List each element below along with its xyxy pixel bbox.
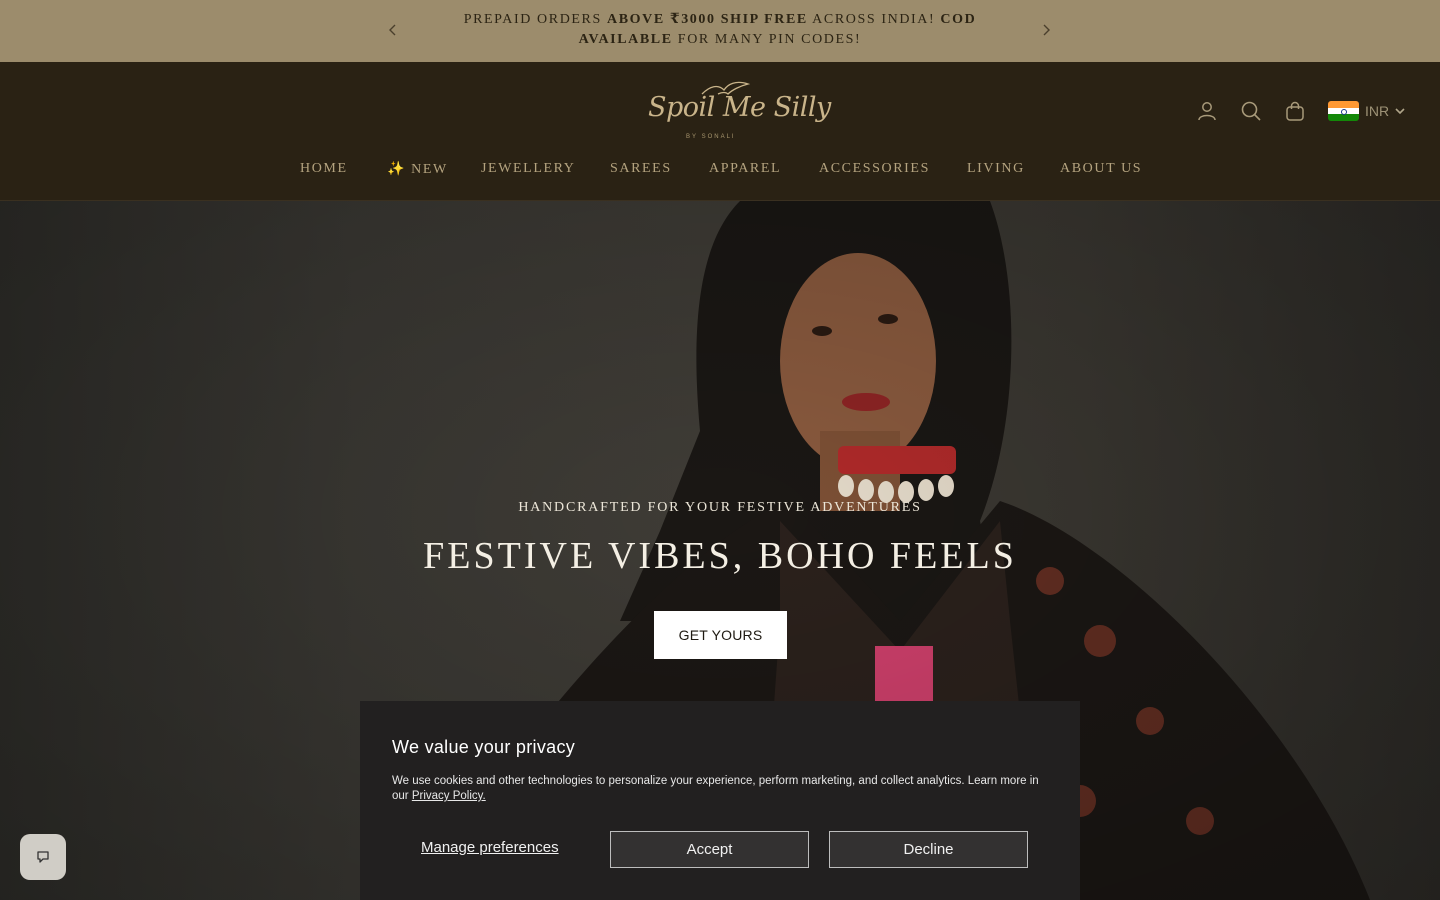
announcement-text-2: above ₹3000 ship free <box>606 12 808 27</box>
main-nav: HOME ✨ NEW JEWELLERY SAREES APPAREL ACCE… <box>0 161 1440 183</box>
chat-widget-button[interactable] <box>20 834 66 880</box>
nav-item-sarees[interactable]: SAREES <box>610 161 672 177</box>
nav-item-accessories[interactable]: ACCESSORIES <box>819 161 930 177</box>
privacy-policy-link[interactable]: Privacy Policy. <box>412 790 486 802</box>
chat-icon <box>37 851 49 863</box>
chevron-right-icon[interactable] <box>1036 20 1056 40</box>
nav-item-jewellery[interactable]: JEWELLERY <box>481 161 576 177</box>
announcement-text-1: Prepaid orders <box>463 12 607 27</box>
cookie-body-text: We use cookies and other technologies to… <box>392 775 1039 802</box>
nav-item-about-us[interactable]: ABOUT US <box>1060 161 1142 177</box>
accept-button[interactable]: Accept <box>610 831 809 868</box>
india-flag-icon <box>1328 101 1359 121</box>
nav-item-apparel[interactable]: APPAREL <box>709 161 781 177</box>
chevron-down-icon <box>1395 108 1405 115</box>
announcement-bar: Prepaid orders above ₹3000 ship free acr… <box>0 0 1440 62</box>
decline-button[interactable]: Decline <box>829 831 1028 868</box>
logo-text: Spoil Me Silly <box>648 92 831 123</box>
currency-code: INR <box>1365 103 1390 119</box>
bag-icon[interactable] <box>1282 98 1308 124</box>
cookie-description: We use cookies and other technologies to… <box>392 774 1052 804</box>
hero-subtitle: HANDCRAFTED FOR YOUR FESTIVE ADVENTURES <box>518 500 922 515</box>
search-icon[interactable] <box>1238 98 1264 124</box>
currency-selector[interactable]: INR <box>1328 98 1405 124</box>
chevron-left-icon[interactable] <box>383 20 403 40</box>
logo[interactable]: Spoil Me Silly BY SONALI <box>648 80 831 144</box>
nav-item-home[interactable]: HOME <box>300 161 348 177</box>
get-yours-button[interactable]: GET YOURS <box>654 611 787 659</box>
manage-preferences-link[interactable]: Manage preferences <box>421 839 559 856</box>
site-header: Spoil Me Silly BY SONALI INR HOME ✨ NEW … <box>0 62 1440 201</box>
nav-item-living[interactable]: LIVING <box>967 161 1025 177</box>
announcement-text-3: across India! <box>807 12 941 27</box>
nav-item-new[interactable]: ✨ NEW <box>387 161 448 178</box>
user-icon[interactable] <box>1194 98 1220 124</box>
announcement-text-5: for many PIN codes! <box>672 32 862 47</box>
announcement-message: Prepaid orders above ₹3000 ship free acr… <box>440 10 1000 50</box>
cookie-title: We value your privacy <box>392 737 576 757</box>
cookie-consent-banner: We value your privacy We use cookies and… <box>360 701 1080 900</box>
logo-byline: BY SONALI <box>686 134 736 140</box>
hero-title: FESTIVE VIBES, BOHO FEELS <box>423 535 1017 577</box>
